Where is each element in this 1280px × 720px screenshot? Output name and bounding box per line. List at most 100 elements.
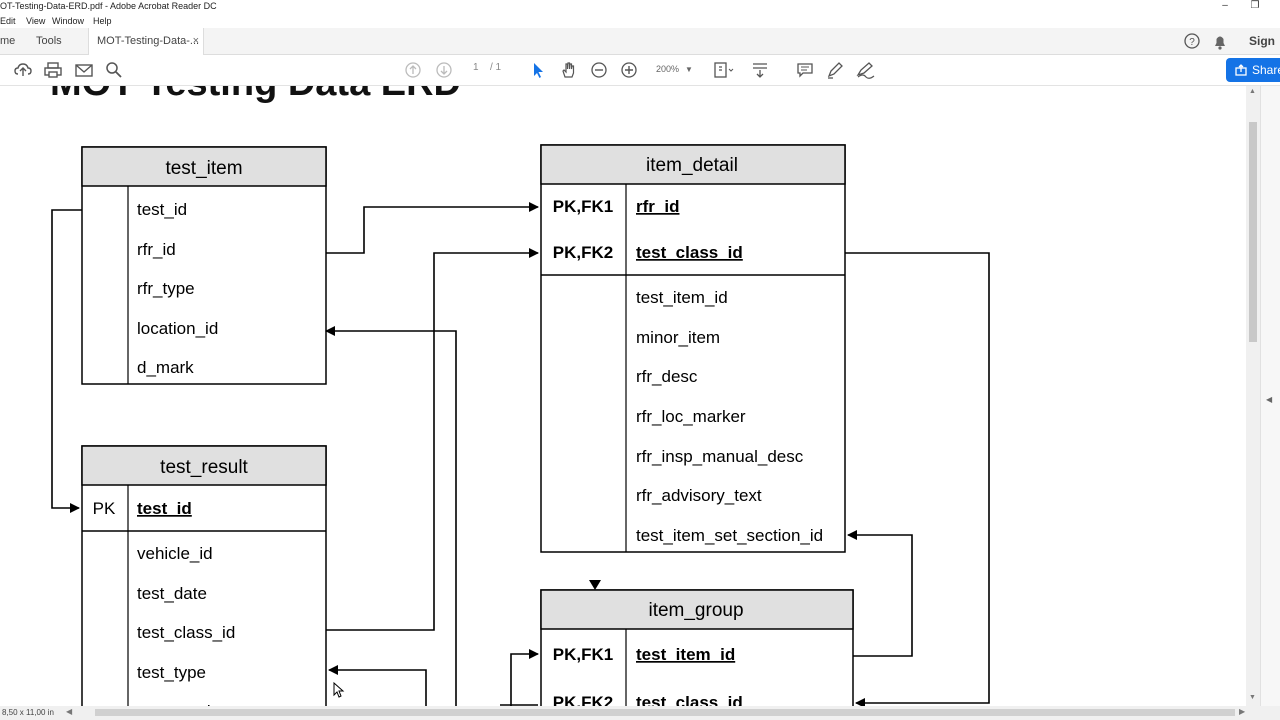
field-rfr-desc: rfr_desc [636,367,698,386]
status-bar: 8,50 x 11,00 in ◀ ▶ [0,706,1280,720]
field-test-date: test_date [137,584,207,603]
comment-icon[interactable] [794,60,816,80]
upload-cloud-icon[interactable] [12,60,34,80]
zoom-out-icon[interactable] [588,60,610,80]
tab-bar: me Tools MOT-Testing-Data-... × ? Sign I [0,28,1280,75]
relation-test-item-to-test-result [51,209,82,513]
relation-test-result-to-item-detail-class [326,248,539,631]
key-pk: PK [93,499,116,518]
table-name: item_detail [646,155,738,176]
minimize-button[interactable]: – [1210,0,1240,14]
share-icon [1235,64,1247,76]
field-test-item-id: test_item_id [636,288,728,307]
table-test-item: test_item test_id rfr_id rfr_type locati… [81,146,327,385]
relation-into-item-group [510,649,539,706]
email-icon[interactable] [73,60,95,80]
relation-location-to-test-item [325,326,457,706]
relation-item-detail-to-item-group-class [845,252,990,706]
field-rfr-type: rfr_type [137,279,195,298]
vertical-scroll-thumb[interactable] [1249,122,1257,342]
search-icon[interactable] [103,60,125,80]
scroll-mode-icon[interactable] [749,60,771,80]
table-name: test_item [165,158,242,179]
print-icon[interactable] [42,60,64,80]
relation-test-item-to-item-detail-rfr [326,202,539,254]
notification-bell-icon[interactable] [1212,28,1228,55]
field-d-mark: d_mark [137,358,194,377]
mouse-cursor-icon [333,681,345,698]
tab-close-icon[interactable]: × [193,28,199,55]
share-label: Share [1252,63,1280,77]
key-pk-fk2: PK,FK2 [553,243,613,262]
page-total: / 1 [490,62,502,73]
svg-text:?: ? [1189,37,1195,48]
vertical-scrollbar[interactable]: ▲ ▼ [1246,86,1260,706]
page-display-icon[interactable] [712,60,734,80]
horizontal-scroll-thumb[interactable] [95,709,1235,716]
sign-in-link[interactable]: Sign I [1249,28,1280,75]
field-rfr-advisory-text: rfr_advisory_text [636,486,762,505]
sign-pen-icon[interactable] [855,60,877,80]
pk-field-rfr-id: rfr_id [636,197,679,216]
select-tool-icon[interactable] [527,60,549,80]
document-heading: MOT Testing Data ERD [50,86,461,104]
field-rfr-id: rfr_id [137,240,176,259]
title-bar: OT-Testing-Data-ERD.pdf - Adobe Acrobat … [0,0,1280,14]
right-pane-toggle[interactable]: ◀ [1260,86,1280,706]
field-test-id: test_id [137,200,187,219]
chevron-left-icon[interactable]: ◀ [1266,395,1272,404]
field-location-id: location_id [137,319,218,338]
pk-field-test-id: test_id [137,499,192,518]
share-button[interactable]: Share [1226,58,1280,82]
menu-bar: Edit View Window Help [0,14,1280,28]
tab-document[interactable]: MOT-Testing-Data-... × [88,28,204,55]
erd-diagram: MOT Testing Data ERD test_item test_id r… [50,86,990,706]
table-item-group: item_group PK,FK1 test_item_id PK,FK2 te… [540,589,854,706]
relation-type-to-test-result [328,665,427,706]
field-vehicle-id: vehicle_id [137,544,213,563]
menu-help[interactable]: Help [93,16,112,26]
highlight-pen-icon[interactable] [824,60,846,80]
field-rfr-insp-manual-desc: rfr_insp_manual_desc [636,447,804,466]
zoom-level-select[interactable]: 200% [656,64,679,74]
scroll-down-icon[interactable]: ▼ [1249,694,1256,701]
menu-window[interactable]: Window [52,16,84,26]
window-title: OT-Testing-Data-ERD.pdf - Adobe Acrobat … [0,1,217,11]
relation-arrow-item-group-top [589,580,601,590]
field-minor-item: minor_item [636,328,720,347]
tab-home[interactable]: me [0,28,15,55]
field-test-item-set-section-id: test_item_set_section_id [636,526,823,545]
pk-field-test-item-id: test_item_id [636,645,735,664]
help-icon[interactable]: ? [1183,28,1201,55]
hand-tool-icon[interactable] [558,60,580,80]
table-name: item_group [648,600,743,621]
zoom-in-icon[interactable] [618,60,640,80]
menu-edit[interactable]: Edit [0,16,16,26]
restore-button[interactable]: ❐ [1240,0,1270,14]
key-pk-fk1: PK,FK1 [553,197,613,216]
toolbar: 1 / 1 200% ▼ Share [0,55,1280,86]
scroll-up-icon[interactable]: ▲ [1249,88,1256,95]
key-pk-fk1: PK,FK1 [553,645,613,664]
menu-view[interactable]: View [26,16,45,26]
chevron-down-icon[interactable]: ▼ [682,60,696,80]
field-test-type: test_type [137,663,206,682]
relation-item-group-to-item-detail-section [847,530,913,657]
document-viewport[interactable]: MOT Testing Data ERD test_item test_id r… [0,86,1246,706]
tab-document-label: MOT-Testing-Data-... [97,35,200,47]
table-item-detail: item_detail PK,FK1 rfr_id PK,FK2 test_cl… [540,144,846,553]
previous-page-icon[interactable] [402,60,424,80]
field-test-class-id: test_class_id [137,623,235,642]
page-number-input[interactable]: 1 [473,62,479,73]
field-rfr-loc-marker: rfr_loc_marker [636,407,746,426]
table-name: test_result [160,457,248,478]
page-size-label: 8,50 x 11,00 in [2,708,54,717]
next-page-icon[interactable] [433,60,455,80]
scroll-left-icon[interactable]: ◀ [66,707,72,716]
pk-field-test-class-id: test_class_id [636,693,743,706]
scroll-right-icon[interactable]: ▶ [1239,707,1245,716]
key-pk-fk2: PK,FK2 [553,693,613,706]
pk-field-test-class-id: test_class_id [636,243,743,262]
tab-tools[interactable]: Tools [36,28,62,55]
table-test-result: test_result PK test_id vehicle_id test_d… [81,445,327,706]
